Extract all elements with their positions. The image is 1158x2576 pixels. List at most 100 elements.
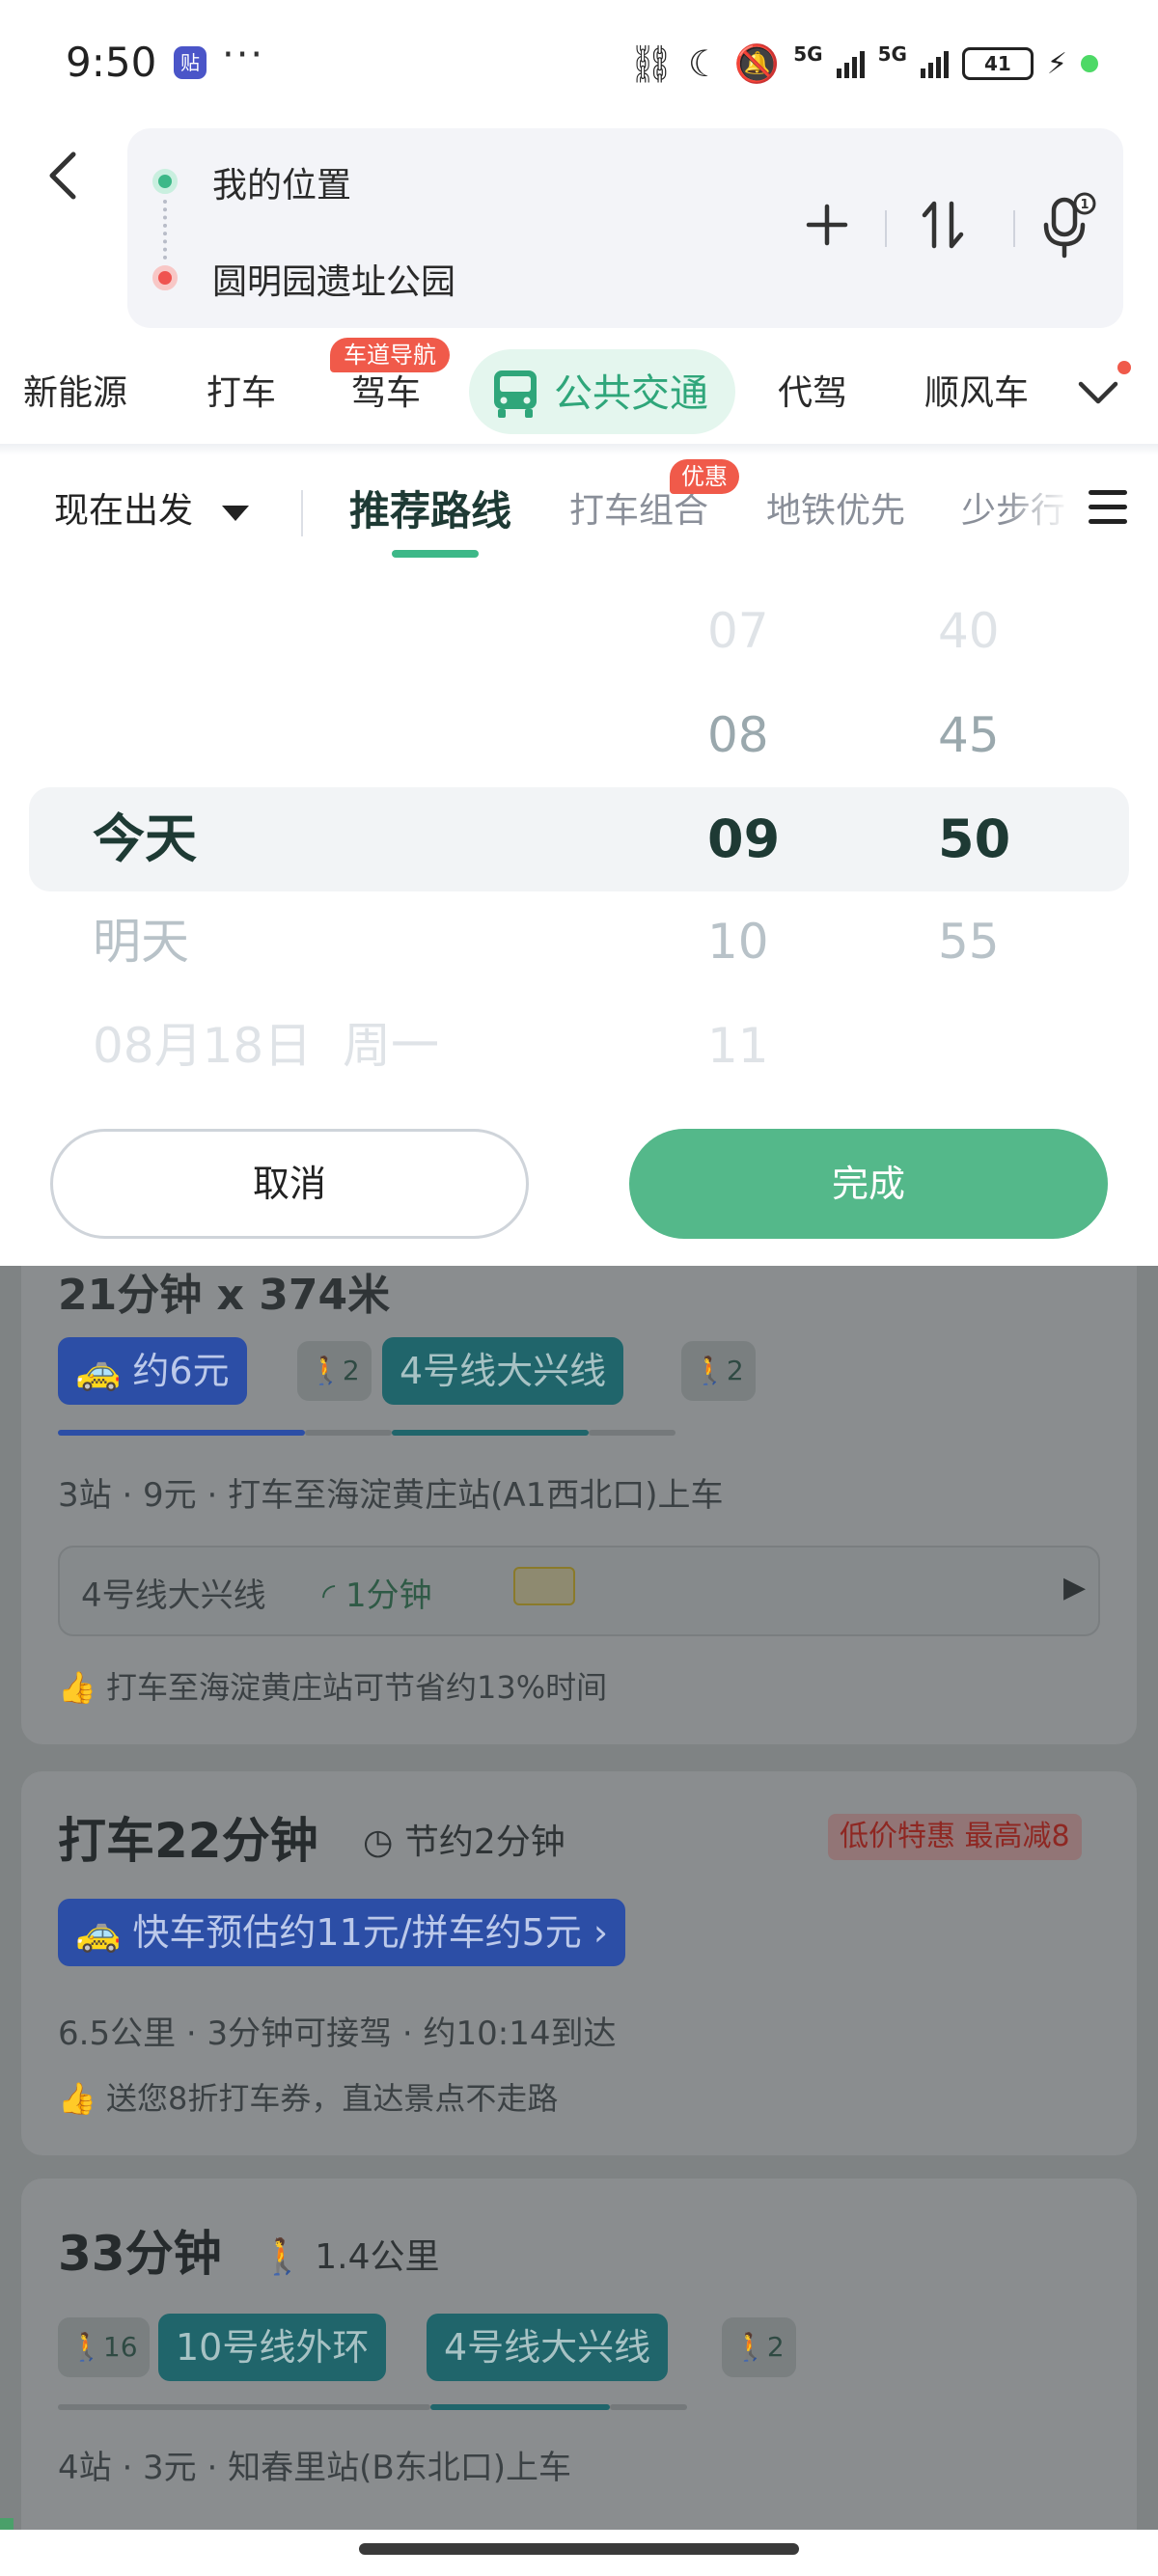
subway-line-pill: 4号线大兴线 <box>427 2314 669 2381</box>
plus-icon <box>806 204 848 246</box>
tab-taxi[interactable]: 打车 <box>207 357 276 430</box>
tab-subway-first[interactable]: 地铁优先 <box>766 482 905 540</box>
picker-hour[interactable]: 08 <box>707 704 769 766</box>
lane-navigation-badge: 车道导航 <box>330 338 450 372</box>
walk-segment: 🚶2 <box>681 1341 756 1401</box>
picker-minute[interactable]: 45 <box>938 704 1000 766</box>
route-card-taxi[interactable]: 打车22分钟 ◷ 节约2分钟 低价特惠 最高减8 🚕 快车预估约11元/拼车约5… <box>21 1771 1137 2155</box>
thumbs-up-icon: 👍 <box>58 1669 96 1706</box>
menu-icon[interactable] <box>1089 490 1127 536</box>
cancel-button[interactable]: 取消 <box>50 1129 529 1239</box>
walk-segment: 🚶2 <box>722 2317 796 2377</box>
voice-input-button[interactable]: 1 <box>1033 188 1100 265</box>
microphone-icon: 1 <box>1043 192 1096 259</box>
picker-hour[interactable]: 10 <box>707 911 769 973</box>
bus-icon <box>490 367 540 421</box>
route-duration: 21分钟 ⅹ 374米 <box>58 1271 391 1320</box>
picker-hour[interactable]: 11 <box>707 1015 769 1077</box>
mute-icon: 🔕 <box>733 42 781 85</box>
tab-recommended[interactable]: 推荐路线 <box>349 482 511 540</box>
picker-minute[interactable]: 40 <box>938 600 1000 662</box>
time-picker: 今天 明天 08月18日 周一 07 08 09 10 11 40 45 50 … <box>0 571 1158 1266</box>
svg-text:1: 1 <box>1080 198 1089 212</box>
discount-badge: 低价特惠 最高减8 <box>828 1814 1082 1860</box>
taxi-estimate-pill[interactable]: 🚕 快车预估约11元/拼车约5元 › <box>58 1899 626 1966</box>
subway-line-pill: 4号线大兴线 <box>382 1337 624 1405</box>
tab-new-energy[interactable]: 新能源 <box>23 357 127 430</box>
walk-segment: 🚶2 <box>297 1341 372 1401</box>
taxi-segment-pill: 🚕 约6元 <box>58 1337 247 1405</box>
divider <box>301 490 303 536</box>
home-indicator[interactable] <box>359 2543 799 2555</box>
route-card-subway[interactable]: 33分钟 🚶 1.4公里 🚶16 10号线外环 4号线大兴线 🚶2 4站 · 3… <box>21 2179 1137 2530</box>
thumbs-up-icon: 👍 <box>58 2080 96 2117</box>
status-icons: ⛓ ☾ 🔕 5G 5G 41 ⚡ <box>628 42 1098 85</box>
segment-bar-subway <box>392 1430 589 1436</box>
route-search-card: 我的位置 圆明园遗址公园 1 <box>127 128 1123 328</box>
picker-day-today[interactable]: 今天 <box>93 808 197 870</box>
network-type: 5G <box>793 42 823 66</box>
tab-carpool[interactable]: 顺风车 <box>924 357 1029 430</box>
route-connector <box>163 200 167 260</box>
subway-line-pill: 10号线外环 <box>158 2314 387 2381</box>
results-overlay[interactable]: 21分钟 ⅹ 374米 🚕 约6元 🚶2 4号线大兴线 🚶2 3站 · 9元 ·… <box>0 1266 1158 2530</box>
line-name: 4号线大兴线 <box>81 1576 266 1615</box>
line-eta: ◜ 1分钟 <box>322 1576 432 1615</box>
signal-icon-2 <box>920 49 949 78</box>
back-button[interactable] <box>44 147 93 214</box>
segment-bar-walk <box>58 2404 430 2410</box>
route-title: 33分钟 <box>58 2226 222 2282</box>
segment-bar-walk <box>305 1430 392 1436</box>
active-tab-indicator <box>392 550 479 558</box>
status-bar: 9:50 贴 ··· ⛓ ☾ 🔕 5G 5G 41 ⚡ <box>0 0 1158 125</box>
route-info: 6.5公里 · 3分钟可接驾 · 约10:14到达 <box>58 2014 617 2053</box>
tab-public-transit-label: 公共交通 <box>554 371 708 416</box>
chevron-right-icon: ▶ <box>1063 1571 1087 1604</box>
depart-time-button[interactable]: 现在出发 <box>54 484 193 538</box>
route-tip: 👍 打车至海淀黄庄站可节省约13%时间 <box>58 1669 608 1706</box>
link-icon: ⛓ <box>627 42 675 85</box>
destination-input[interactable]: 圆明园遗址公园 <box>212 254 455 304</box>
app-notification-icon: 贴 <box>174 46 207 79</box>
route-title: 打车22分钟 <box>58 1813 318 1869</box>
add-waypoint-button[interactable] <box>793 186 861 263</box>
picker-minute-selected[interactable]: 50 <box>938 808 1010 870</box>
segment-bar-taxi <box>58 1430 305 1436</box>
tab-designated-driver[interactable]: 代驾 <box>778 357 847 430</box>
save-time: ◷ 节约2分钟 <box>363 1822 565 1862</box>
origin-dot-icon <box>152 169 178 194</box>
swap-route-button[interactable] <box>909 186 977 263</box>
swap-icon <box>922 201 964 249</box>
more-modes-button[interactable] <box>1071 367 1125 421</box>
chevron-down-icon <box>1078 381 1118 404</box>
route-card-taxi-combo[interactable]: 21分钟 ⅹ 374米 🚕 约6元 🚶2 4号线大兴线 🚶2 3站 · 9元 ·… <box>21 1266 1137 1744</box>
origin-input[interactable]: 我的位置 <box>212 157 351 207</box>
segment-bar-walk <box>610 2404 687 2410</box>
indicator-dot <box>1081 55 1098 72</box>
battery-icon: 41 <box>961 47 1034 80</box>
picker-hour-selected[interactable]: 09 <box>707 808 780 870</box>
transport-mode-tabs: 新能源 打车 驾车 车道导航 公共交通 代驾 顺风车 <box>0 338 1158 444</box>
moon-icon: ☾ <box>687 42 721 85</box>
route-info: 4站 · 3元 · 知春里站(B东北口)上车 <box>58 2449 571 2487</box>
route-info: 3站 · 9元 · 打车至海淀黄庄站(A1西北口)上车 <box>58 1476 724 1515</box>
charging-icon: ⚡ <box>1046 46 1067 81</box>
caret-down-icon <box>222 506 249 521</box>
line-realtime-row[interactable]: 4号线大兴线 ◜ 1分钟 ▶ <box>58 1546 1100 1636</box>
segment-bar-subway <box>430 2404 610 2410</box>
picker-day-tomorrow[interactable]: 明天 <box>93 911 189 973</box>
route-preference-tabs: 现在出发 推荐路线 打车组合 优惠 地铁优先 少步行 <box>0 455 1158 571</box>
divider <box>1013 210 1015 247</box>
done-button[interactable]: 完成 <box>629 1129 1108 1239</box>
signal-icon <box>836 49 865 78</box>
destination-dot-icon <box>152 265 178 290</box>
chevron-left-icon <box>49 151 76 200</box>
status-time: 9:50 <box>66 39 157 86</box>
picker-hour[interactable]: 07 <box>707 600 769 662</box>
picker-minute[interactable]: 55 <box>938 911 1000 973</box>
divider <box>0 444 1158 455</box>
route-tip: 👍 送您8折打车券，直达景点不走路 <box>58 2080 559 2117</box>
picker-day-date[interactable]: 08月18日 周一 <box>93 1015 439 1077</box>
divider <box>885 210 887 247</box>
scroll-fade <box>1004 475 1100 552</box>
